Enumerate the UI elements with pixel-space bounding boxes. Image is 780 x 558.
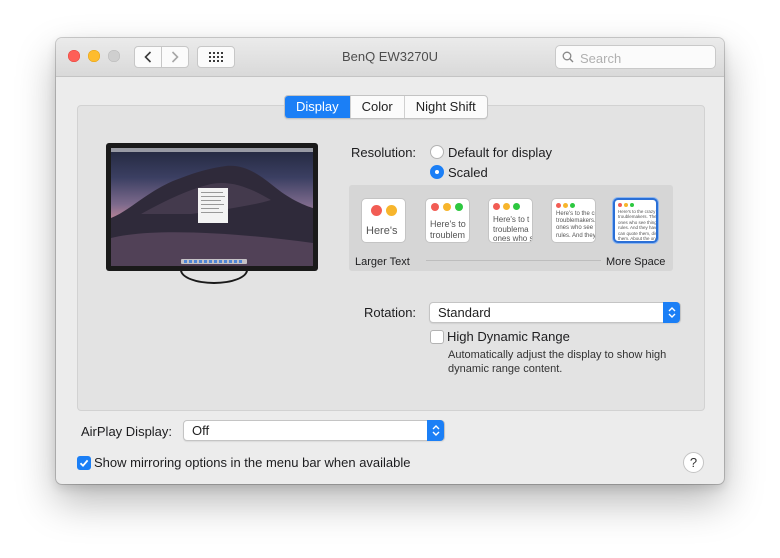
resolution-option-more-space[interactable]: Here's to the crazy one troublemakers. T… xyxy=(613,198,658,243)
mirroring-options-checkbox[interactable] xyxy=(77,456,91,470)
tab-color[interactable]: Color xyxy=(349,96,404,118)
yellow-dot-icon xyxy=(503,203,510,210)
thumbnail-text: Here's to t troublema ones who se xyxy=(493,215,532,243)
minimize-window-button[interactable] xyxy=(88,50,100,62)
resolution-option-larger-text[interactable]: Here's xyxy=(361,198,406,243)
grid-icon xyxy=(209,52,223,62)
show-all-button[interactable] xyxy=(197,46,235,68)
popup-arrows-icon xyxy=(427,420,444,441)
green-dot-icon xyxy=(455,203,463,211)
back-button[interactable] xyxy=(134,46,162,68)
rotation-label: Rotation: xyxy=(364,305,417,320)
thumbnail-text: Here's to the cr troublemakers. ones who… xyxy=(556,211,596,239)
tab-night-shift[interactable]: Night Shift xyxy=(403,96,487,118)
green-dot-icon xyxy=(570,203,575,208)
hdr-description-line2: dynamic range content. xyxy=(448,363,563,375)
more-space-label: More Space xyxy=(606,256,666,268)
yellow-dot-icon xyxy=(443,203,451,211)
help-button[interactable]: ? xyxy=(683,452,704,473)
larger-text-label: Larger Text xyxy=(355,256,410,268)
popup-arrows-icon xyxy=(663,302,680,323)
forward-button[interactable] xyxy=(161,46,189,68)
scaled-label: Scaled xyxy=(448,165,488,180)
green-dot-icon xyxy=(630,203,634,207)
hdr-description-line1: Automatically adjust the display to show… xyxy=(448,349,667,361)
red-dot-icon xyxy=(556,203,561,208)
checkmark-icon xyxy=(79,459,89,468)
island-wallpaper-icon xyxy=(111,148,313,266)
yellow-dot-icon xyxy=(624,203,628,207)
yellow-dot-icon xyxy=(563,203,568,208)
resolution-option-4[interactable]: Here's to the cr troublemakers. ones who… xyxy=(551,198,596,243)
title-bar: BenQ EW3270U xyxy=(56,38,724,77)
thumbnail-text: Here's xyxy=(366,225,398,237)
preferences-window: BenQ EW3270U Display Color Night Shift xyxy=(56,38,724,484)
resolution-label: Resolution: xyxy=(351,145,417,160)
window-title: BenQ EW3270U xyxy=(341,49,439,64)
green-dot-icon xyxy=(513,203,520,210)
airplay-display-label: AirPlay Display: xyxy=(81,424,173,439)
thumbnail-text: Here's to the crazy one troublemakers. T… xyxy=(618,209,658,241)
hdr-label: High Dynamic Range xyxy=(447,329,570,344)
scale-divider xyxy=(426,260,601,261)
yellow-dot-icon xyxy=(386,205,397,216)
zoom-window-button[interactable] xyxy=(108,50,120,62)
rotation-popup[interactable]: Standard xyxy=(429,302,681,323)
hdr-checkbox[interactable] xyxy=(430,330,444,344)
desktop-wallpaper-preview xyxy=(111,148,313,266)
search-field[interactable] xyxy=(555,45,716,69)
red-dot-icon xyxy=(493,203,500,210)
rotation-value: Standard xyxy=(438,305,491,320)
resolution-option-2[interactable]: Here's to troublem xyxy=(425,198,470,243)
airplay-display-value: Off xyxy=(192,423,210,438)
tab-display[interactable]: Display xyxy=(285,96,350,118)
red-dot-icon xyxy=(431,203,439,211)
search-icon xyxy=(562,51,574,63)
default-for-display-radio[interactable] xyxy=(430,145,444,159)
default-for-display-label: Default for display xyxy=(448,145,553,160)
red-dot-icon xyxy=(371,205,382,216)
red-dot-icon xyxy=(618,203,622,207)
tab-bar: Display Color Night Shift xyxy=(284,95,488,119)
airplay-display-popup[interactable]: Off xyxy=(183,420,445,441)
thumbnail-text: Here's to troublem xyxy=(430,219,466,240)
scaled-radio[interactable] xyxy=(430,165,444,179)
mirroring-options-label: Show mirroring options in the menu bar w… xyxy=(94,455,411,470)
resolution-option-3[interactable]: Here's to t troublema ones who se xyxy=(488,198,533,243)
close-window-button[interactable] xyxy=(68,50,80,62)
monitor-preview xyxy=(106,143,318,271)
chevron-right-icon xyxy=(171,51,179,63)
chevron-left-icon xyxy=(144,51,152,63)
search-input[interactable] xyxy=(578,48,712,68)
